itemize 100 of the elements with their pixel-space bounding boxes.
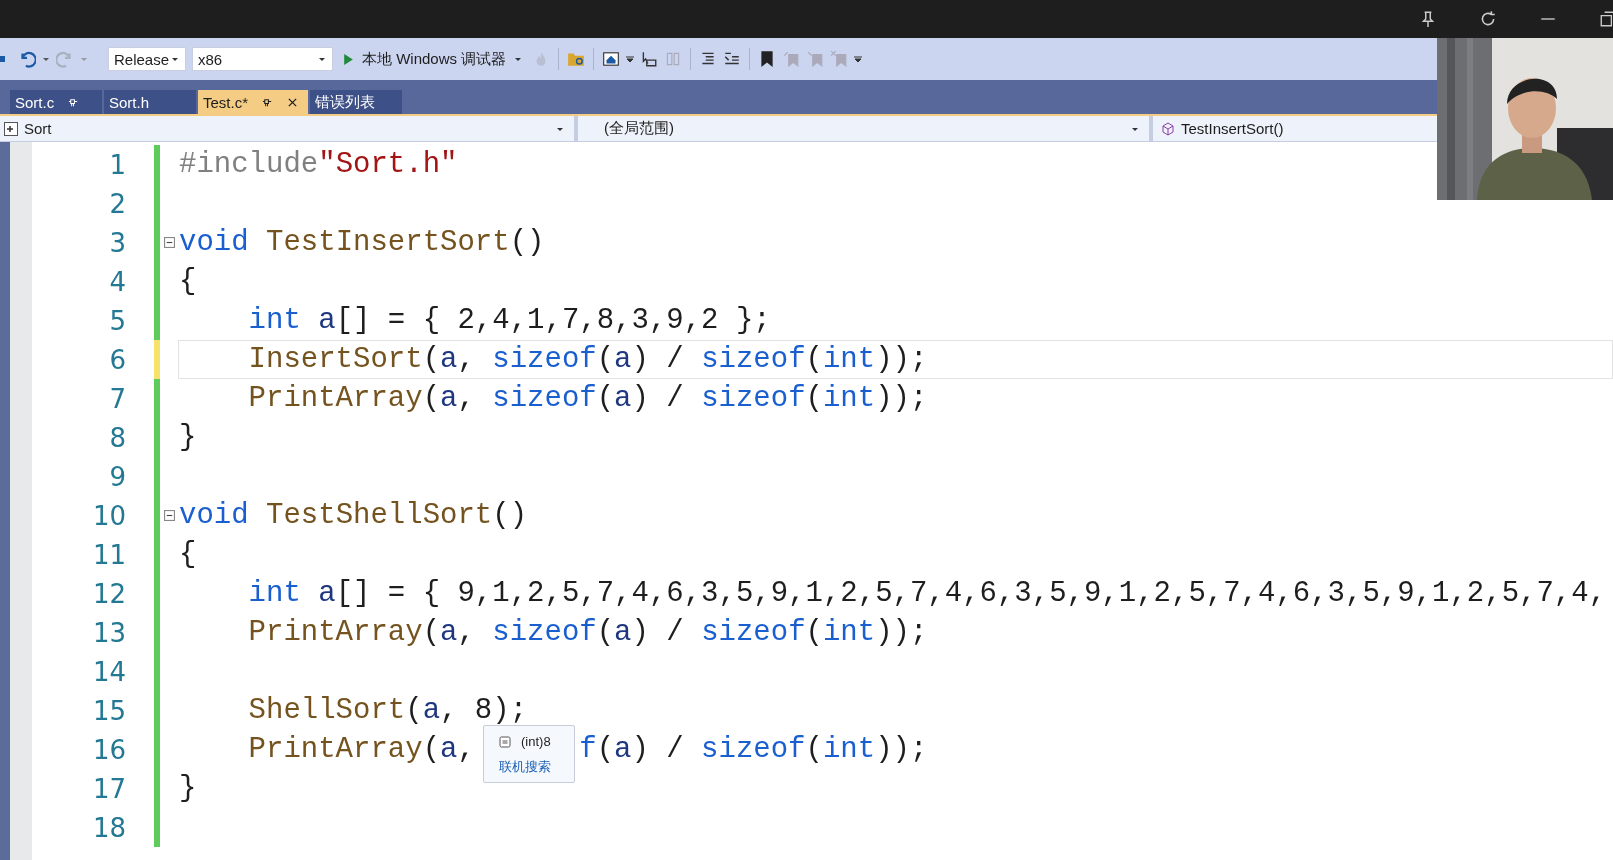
pin-icon[interactable] [262, 96, 273, 108]
code-text: ) / [631, 382, 685, 415]
close-icon[interactable] [287, 96, 298, 108]
code-text: ) / [631, 616, 685, 649]
code-text: , [457, 733, 475, 766]
collapse-icon[interactable] [163, 237, 175, 248]
line-number: 6 [108, 344, 126, 375]
code-text: [] = { 2,4,1,7,8,3,9,2 }; [335, 304, 771, 337]
folder-icon[interactable] [567, 50, 586, 68]
keyword-token: sizeof [492, 382, 597, 415]
overflow-icon[interactable] [854, 55, 863, 63]
line-number: 10 [91, 500, 126, 531]
code-text: , 8); [440, 694, 528, 727]
function-token: TestShellSort [266, 499, 493, 532]
browser-icon[interactable] [602, 50, 621, 68]
undo-icon[interactable] [18, 50, 36, 68]
line-number: 12 [91, 578, 126, 609]
variable-token: a [440, 382, 458, 415]
variable-token: a [614, 343, 632, 376]
code-text: ( [596, 382, 615, 415]
variable-token: a [440, 733, 458, 766]
keyword-token: int [822, 616, 876, 649]
keyword-token: int [248, 304, 302, 337]
project-icon [4, 121, 18, 136]
variable-token: a [318, 577, 336, 610]
code-text: () [509, 226, 545, 259]
scope-dropdown[interactable]: (全局范围) [578, 116, 1153, 141]
code-text: ( [805, 733, 823, 766]
code-text: } [179, 772, 197, 805]
caret-icon [171, 55, 179, 63]
line-number: 11 [91, 539, 126, 570]
variable-token: a [440, 616, 458, 649]
file-tab[interactable]: Sort.c [10, 90, 102, 114]
code-text: , [457, 382, 476, 415]
keyword-token: int [248, 577, 302, 610]
code-text: ( [805, 616, 823, 649]
code-text: ( [596, 733, 615, 766]
code-text: )); [875, 382, 928, 415]
file-tab[interactable]: Sort.h [104, 90, 196, 114]
keyword-token: int [822, 343, 876, 376]
refresh-icon[interactable] [1479, 10, 1497, 28]
configuration-dropdown[interactable]: Release [108, 47, 186, 71]
keyword-token: int [822, 733, 876, 766]
code-text: [] = { 9,1,2,5,7,4,6,3,5,9,1,2,5,7,4,6,3,5,9,1,2,5,7,4,6,3,5,9,1,2,5,7,4, [335, 577, 1607, 610]
code-text: ( [422, 343, 441, 376]
restore-icon[interactable] [1599, 10, 1613, 28]
variable-token: a [422, 694, 441, 727]
file-tab[interactable]: 错误列表 [310, 90, 402, 114]
line-number: 8 [108, 422, 126, 453]
keyword-token: void [179, 226, 250, 259]
member-dropdown[interactable]: TestInsertSort() [1153, 116, 1421, 141]
line-number: 17 [91, 773, 126, 804]
code-text: , [457, 343, 476, 376]
keyword-token: f [579, 733, 597, 766]
keyword-token: sizeof [492, 616, 597, 649]
code-text: ( [805, 382, 823, 415]
variable-token: a [440, 343, 458, 376]
caret-icon[interactable] [42, 55, 50, 63]
caret-icon [318, 55, 326, 63]
caret-icon [514, 55, 523, 63]
function-token: TestInsertSort [266, 226, 510, 259]
function-token: InsertSort [248, 343, 423, 376]
line-number: 4 [108, 266, 126, 297]
line-number: 15 [91, 695, 126, 726]
variable-token: a [614, 733, 632, 766]
function-token: PrintArray [248, 616, 423, 649]
variable-token: a [614, 616, 632, 649]
keyword-token: sizeof [492, 343, 597, 376]
keyword-token: sizeof [701, 382, 806, 415]
code-text: } [179, 421, 197, 454]
variable-token: a [318, 304, 336, 337]
code-text: ( [596, 616, 615, 649]
run-debugger-button[interactable]: 本地 Windows 调试器 [339, 49, 527, 69]
collapse-icon[interactable] [163, 510, 175, 521]
code-text: { [179, 265, 197, 298]
online-search-link[interactable]: 联机搜索 [499, 758, 568, 776]
cube-icon [1161, 121, 1175, 136]
line-number: 1 [108, 149, 126, 180]
platform-dropdown[interactable]: x86 [192, 47, 333, 71]
line-number: 7 [108, 383, 126, 414]
keyword-token: sizeof [701, 733, 806, 766]
function-token: PrintArray [248, 382, 423, 415]
code-text: ( [805, 343, 823, 376]
variable-token: a [614, 382, 632, 415]
pin-icon[interactable] [68, 96, 80, 108]
keyword-token: void [179, 499, 250, 532]
file-tab[interactable]: Test.c* [198, 90, 308, 114]
constant-icon [499, 735, 511, 748]
code-text: , [457, 616, 476, 649]
line-number: 18 [91, 812, 126, 843]
code-text: )); [875, 733, 928, 766]
caret-icon[interactable] [626, 55, 635, 63]
code-text: )); [875, 616, 928, 649]
keyword-token: sizeof [701, 616, 806, 649]
code-text: ( [405, 694, 423, 727]
line-number: 5 [108, 305, 126, 336]
line-number: 14 [91, 656, 126, 687]
pin-icon[interactable] [1419, 10, 1437, 28]
line-number: 2 [108, 188, 126, 219]
play-icon [343, 52, 354, 66]
